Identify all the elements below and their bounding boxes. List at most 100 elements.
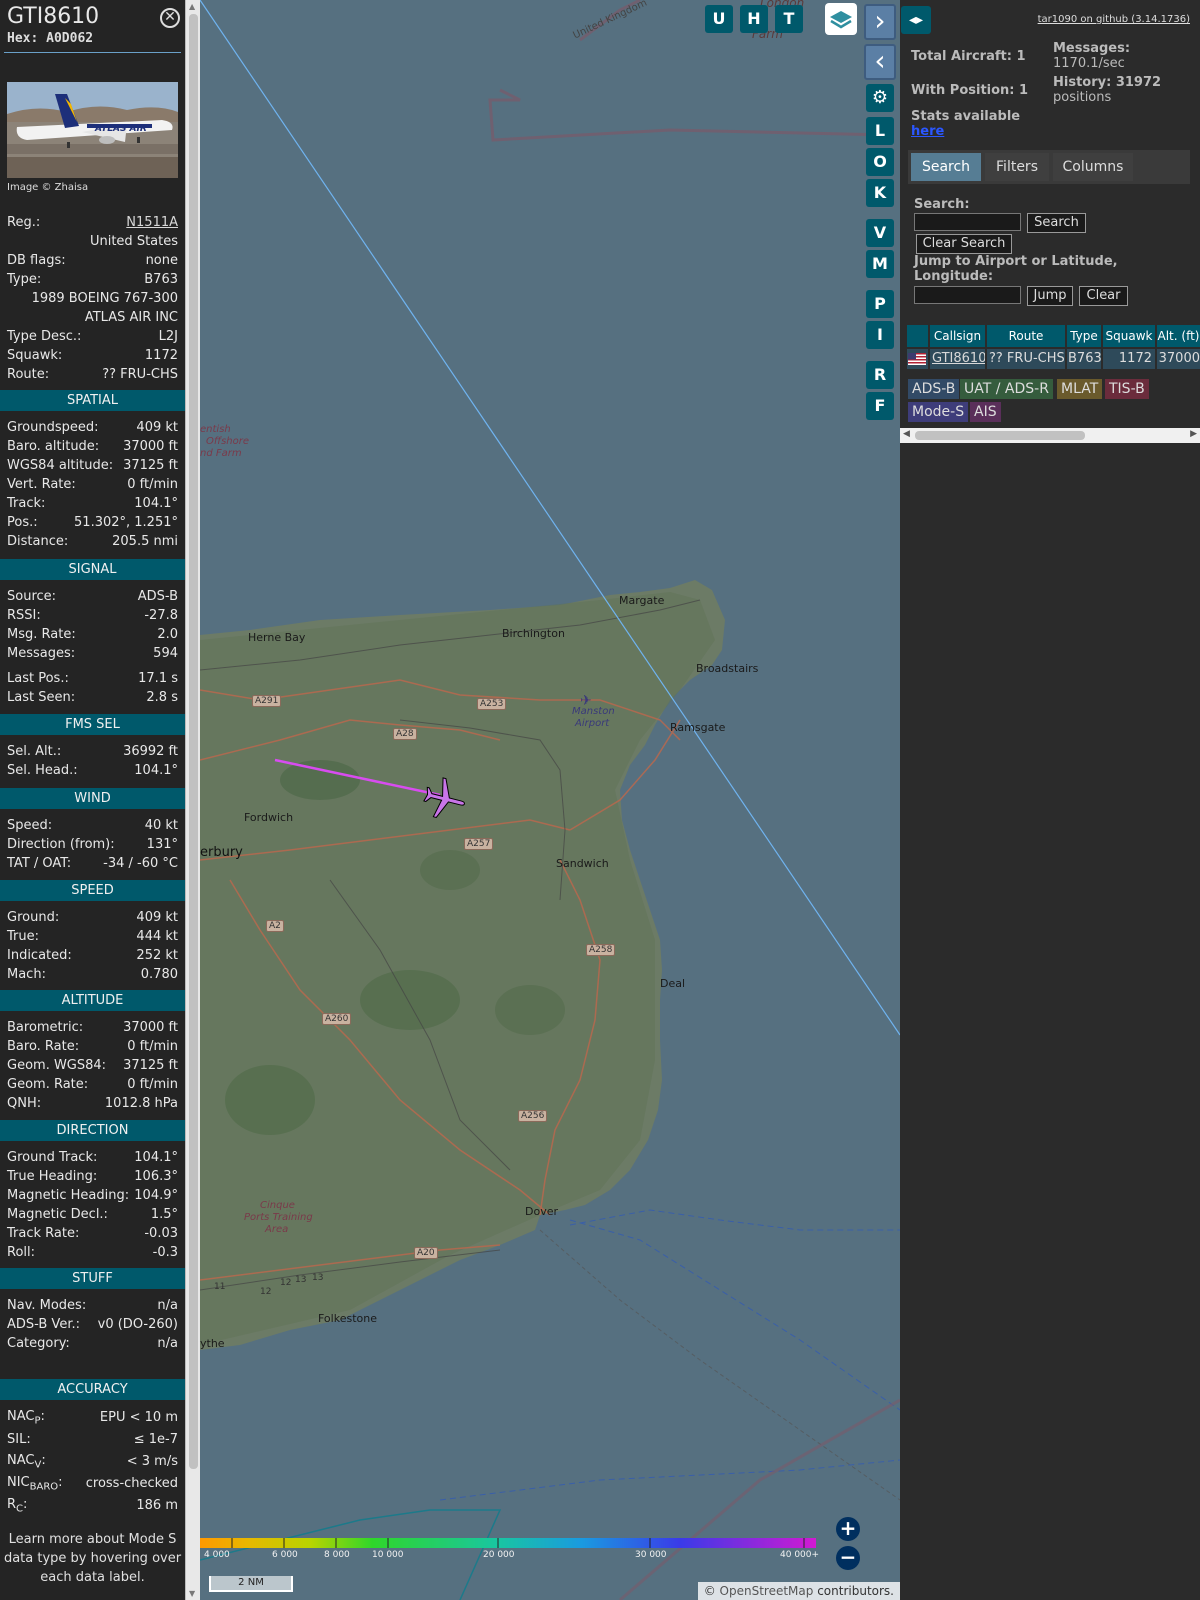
reg-row: Reg.: N1511A: [7, 213, 178, 232]
close-icon[interactable]: ✕: [160, 8, 180, 28]
search-button[interactable]: Search: [1027, 213, 1086, 233]
map-button-p[interactable]: P: [866, 290, 894, 318]
map-button-m[interactable]: M: [866, 250, 894, 278]
detail-value: 37000 ft: [123, 1020, 178, 1035]
attribution-link[interactable]: OpenStreetMap: [720, 1584, 814, 1598]
label-colon: :: [58, 1474, 63, 1490]
detail-row: Track Rate: -0.03: [7, 1224, 178, 1243]
detail-value: 409 kt: [136, 910, 178, 925]
detail-row: NACV: < 3 m/s: [7, 1452, 178, 1471]
scrollbar-thumb[interactable]: [189, 14, 198, 1469]
label-kentish-2: Offshore: [206, 436, 250, 447]
flag-icon: [907, 349, 928, 369]
typedesc-value: L2J: [158, 329, 178, 344]
map-button-h[interactable]: H: [740, 5, 768, 33]
table-horizontal-scrollbar[interactable]: ◀ ▶: [900, 428, 1200, 443]
jump-label: Jump to Airport or Latitude, Longitude:: [914, 254, 1118, 284]
detail-label-text: Geom. WGS84:: [7, 1058, 107, 1073]
clear-button[interactable]: Clear: [1079, 286, 1128, 306]
detail-label-text: Distance:: [7, 534, 69, 549]
label-cinque-2: Ports Training: [244, 1212, 313, 1223]
expand-toggle-icon[interactable]: ◂▸: [901, 6, 931, 34]
map-button-t[interactable]: T: [775, 5, 803, 33]
detail-label: Indicated:: [7, 948, 72, 963]
map-button-u[interactable]: U: [705, 5, 733, 33]
route-row: Route: ?? FRU-CHS: [7, 365, 178, 384]
info-panel-scrollbar[interactable]: ▲ ▼: [185, 0, 200, 1600]
road-tag: A256: [518, 1110, 548, 1122]
detail-row: Messages: 594: [7, 644, 178, 663]
zoom-out-button[interactable]: −: [836, 1546, 860, 1570]
map-button-v[interactable]: V: [866, 219, 894, 247]
scroll-right-icon[interactable]: ▶: [1190, 429, 1197, 439]
detail-label: Last Pos.:: [7, 671, 69, 686]
scroll-left-icon[interactable]: ◀: [903, 429, 910, 439]
label-hythe: ythe: [200, 1337, 225, 1350]
detail-label: True:: [7, 929, 39, 944]
messages-label: Messages:: [1053, 41, 1131, 56]
detail-value: -0.3: [152, 1245, 178, 1260]
chevron-right-icon[interactable]: ›: [864, 4, 896, 40]
label-folkestone: Folkestone: [318, 1312, 377, 1325]
table-header[interactable]: Squawk: [1103, 325, 1155, 347]
scroll-up-icon[interactable]: ▲: [189, 2, 195, 11]
detail-label: TAT / OAT:: [7, 856, 71, 871]
gear-icon[interactable]: ⚙: [866, 84, 894, 112]
aircraft-marker-icon[interactable]: [420, 777, 470, 821]
callsign-title: GTI8610: [7, 4, 100, 29]
detail-label-text: NIC: [7, 1474, 30, 1490]
layers-icon[interactable]: [825, 3, 857, 35]
tab-filters[interactable]: Filters: [985, 153, 1049, 181]
legend-uat: UAT / ADS-R: [960, 379, 1053, 399]
table-header[interactable]: [907, 325, 928, 347]
detail-row: WGS84 altitude: 37125 ft: [7, 456, 178, 475]
detail-label-text: Groundspeed:: [7, 420, 99, 435]
detail-label: WGS84 altitude:: [7, 458, 113, 473]
legend-ais: AIS: [970, 402, 1001, 422]
detail-label-text: Magnetic Heading:: [7, 1188, 130, 1203]
jump-input[interactable]: [914, 286, 1021, 304]
callsign-link[interactable]: GTI8610: [932, 351, 985, 366]
map-button-i[interactable]: I: [866, 321, 894, 349]
reg-link[interactable]: N1511A: [126, 215, 178, 230]
table-header[interactable]: Route: [987, 325, 1065, 347]
table-header[interactable]: Type: [1067, 325, 1101, 347]
section-header-spatial: SPATIAL: [0, 390, 185, 411]
road-tag: A20: [414, 1247, 438, 1259]
typedesc-label: Type Desc.:: [7, 329, 82, 344]
map-view[interactable]: United Kingdom London and Farm entish Of…: [200, 0, 900, 1600]
aircraft-photo[interactable]: ATLAS AIR: [7, 82, 178, 178]
clear-search-button[interactable]: Clear Search: [916, 234, 1012, 254]
scrollbar-thumb[interactable]: [915, 431, 1085, 440]
dbflags-label: DB flags:: [7, 253, 66, 268]
section-header-speed: SPEED: [0, 880, 185, 901]
github-link[interactable]: tar1090 on github (3.14.1736): [1038, 14, 1190, 25]
map-button-f[interactable]: F: [866, 392, 894, 420]
map-attribution: © OpenStreetMap contributors.: [697, 1582, 900, 1600]
chevron-left-icon[interactable]: ‹: [864, 44, 896, 80]
tab-search[interactable]: Search: [911, 153, 981, 181]
map-button-o[interactable]: O: [866, 148, 894, 176]
squawk-value: 1172: [144, 348, 178, 363]
scroll-down-icon[interactable]: ▼: [189, 1589, 195, 1598]
table-header[interactable]: Alt. (ft): [1157, 325, 1200, 347]
detail-value: 40 kt: [144, 818, 178, 833]
table-header[interactable]: Callsign: [930, 325, 985, 347]
detail-row: TAT / OAT: -34 / -60 °C: [7, 854, 178, 873]
stats-link[interactable]: here: [911, 124, 944, 139]
jump-button[interactable]: Jump: [1027, 286, 1073, 306]
map-button-r[interactable]: R: [866, 361, 894, 389]
search-input[interactable]: [914, 213, 1021, 231]
operator-row: ATLAS AIR INC: [7, 308, 178, 327]
detail-row: Last Seen: 2.8 s: [7, 688, 178, 707]
tab-columns[interactable]: Columns: [1053, 153, 1133, 181]
map-button-l[interactable]: L: [866, 117, 894, 145]
road-tag: A28: [393, 728, 417, 740]
detail-label: Baro. Rate:: [7, 1039, 79, 1054]
table-cell-callsign[interactable]: GTI8610: [930, 349, 985, 369]
detail-label-text: Last Pos.:: [7, 671, 69, 686]
detail-value: 104.1°: [134, 496, 178, 511]
map-button-k[interactable]: K: [866, 179, 894, 207]
zoom-in-button[interactable]: +: [836, 1517, 860, 1541]
detail-row: SIL: ≤ 1e-7: [7, 1430, 178, 1449]
